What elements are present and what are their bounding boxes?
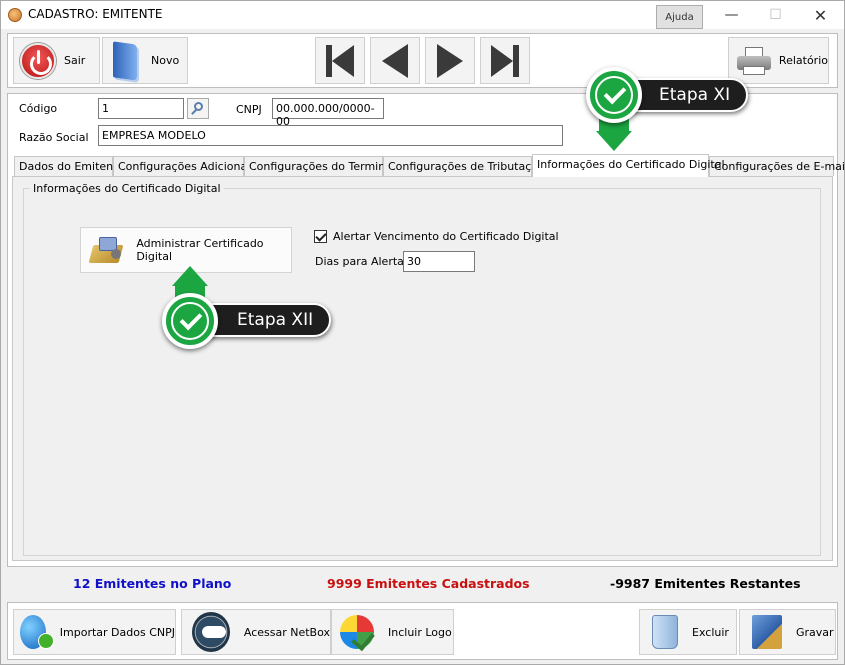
certificate-icon (88, 235, 124, 265)
cnpj-field[interactable]: 00.000.000/0000-00 (272, 98, 384, 128)
sair-label: Sair (64, 54, 86, 67)
power-icon (20, 42, 56, 79)
emitentes-plano-text: 12 Emitentes no Plano (73, 576, 232, 591)
first-record-button[interactable] (315, 37, 365, 84)
excluir-button[interactable]: Excluir (639, 609, 737, 655)
certificado-tab-panel: Informações do Certificado Digital Admin… (12, 176, 833, 561)
cloud-icon (192, 612, 230, 652)
emitentes-restantes-text: -9987 Emitentes Restantes (610, 576, 801, 591)
certificado-group: Informações do Certificado Digital Admin… (23, 182, 821, 556)
step-xi-check-icon (586, 67, 642, 123)
step-xii-label: Etapa XII (237, 310, 314, 330)
importar-cnpj-label: Importar Dados CNPJ (59, 625, 175, 639)
recycle-bin-icon (652, 615, 678, 649)
group-title: Informações do Certificado Digital (30, 182, 224, 195)
excluir-label: Excluir (692, 625, 729, 639)
save-icon (752, 615, 782, 649)
title-bar: CADASTRO: EMITENTE Ajuda — ☐ ✕ (1, 1, 844, 29)
help-button[interactable]: Ajuda (656, 5, 703, 29)
maximize-icon[interactable]: ☐ (753, 1, 798, 29)
incluir-logo-label: Incluir Logo (388, 625, 452, 639)
relatorio-label: Relatório (778, 54, 828, 67)
logo-check-icon (340, 615, 374, 649)
previous-record-button[interactable] (370, 37, 420, 84)
alertar-vencimento-label: Alertar Vencimento do Certificado Digita… (333, 230, 559, 243)
emitentes-cadastrados-text: 9999 Emitentes Cadastrados (327, 576, 530, 591)
razao-social-label: Razão Social (19, 131, 89, 144)
minimize-icon[interactable]: — (709, 1, 754, 29)
novo-button[interactable]: Novo (102, 37, 188, 84)
tab-configuracoes-terminal[interactable]: Configurações do Terminal (244, 156, 395, 176)
incluir-logo-button[interactable]: Incluir Logo (331, 609, 454, 655)
last-record-icon (491, 44, 513, 77)
tab-dados-emitente[interactable]: Dados do Emitente (14, 156, 124, 176)
main-panel: Código 1 CNPJ 00.000.000/0000-00 Razão S… (7, 93, 845, 567)
sair-button[interactable]: Sair (13, 37, 100, 84)
previous-icon (382, 43, 408, 78)
importar-cnpj-button[interactable]: Importar Dados CNPJ (13, 609, 176, 655)
cnpj-label: CNPJ (236, 103, 262, 116)
globe-download-icon (20, 615, 54, 649)
emitente-window: CADASTRO: EMITENTE Ajuda — ☐ ✕ Sair Novo (0, 0, 845, 665)
gravar-button[interactable]: Gravar (739, 609, 836, 655)
razao-social-field[interactable]: EMPRESA MODELO (98, 125, 563, 146)
printer-icon (737, 46, 771, 75)
window-title: CADASTRO: EMITENTE (28, 7, 163, 21)
administrar-certificado-label: Administrar Certificado Digital (136, 237, 264, 263)
tab-strip: Dados do Emitente Configurações Adiciona… (14, 154, 845, 177)
step-xi-label: Etapa XI (659, 85, 731, 105)
relatorio-button[interactable]: Relatório (728, 37, 829, 84)
new-record-icon (113, 40, 137, 81)
codigo-field[interactable]: 1 (98, 98, 184, 119)
dias-alerta-field[interactable]: 30 (403, 251, 475, 272)
tab-configuracoes-tributacao[interactable]: Configurações de Tributação (383, 156, 545, 176)
last-record-button[interactable] (480, 37, 530, 84)
gravar-label: Gravar (796, 625, 834, 639)
next-icon (437, 43, 463, 78)
alertar-vencimento-checkbox[interactable] (314, 230, 327, 243)
next-record-button[interactable] (425, 37, 475, 84)
tab-configuracoes-adicionais[interactable]: Configurações Adicionais (113, 156, 256, 176)
acessar-netbox-label: Acessar NetBox (243, 625, 330, 639)
tab-configuracoes-email[interactable]: Configurações de E-mail (709, 156, 845, 176)
codigo-label: Código (19, 102, 58, 115)
codigo-search-button[interactable] (187, 98, 209, 119)
step-xii-check-icon (162, 293, 218, 349)
close-icon[interactable]: ✕ (798, 1, 843, 29)
novo-label: Novo (151, 54, 180, 67)
tab-certificado-digital[interactable]: Informações do Certificado Digital (532, 154, 725, 177)
app-icon (8, 8, 22, 22)
dias-alerta-label: Dias para Alerta (315, 255, 404, 268)
bottom-toolbar: Importar Dados CNPJ Acessar NetBox Inclu… (7, 602, 838, 660)
acessar-netbox-button[interactable]: Acessar NetBox (181, 609, 331, 655)
